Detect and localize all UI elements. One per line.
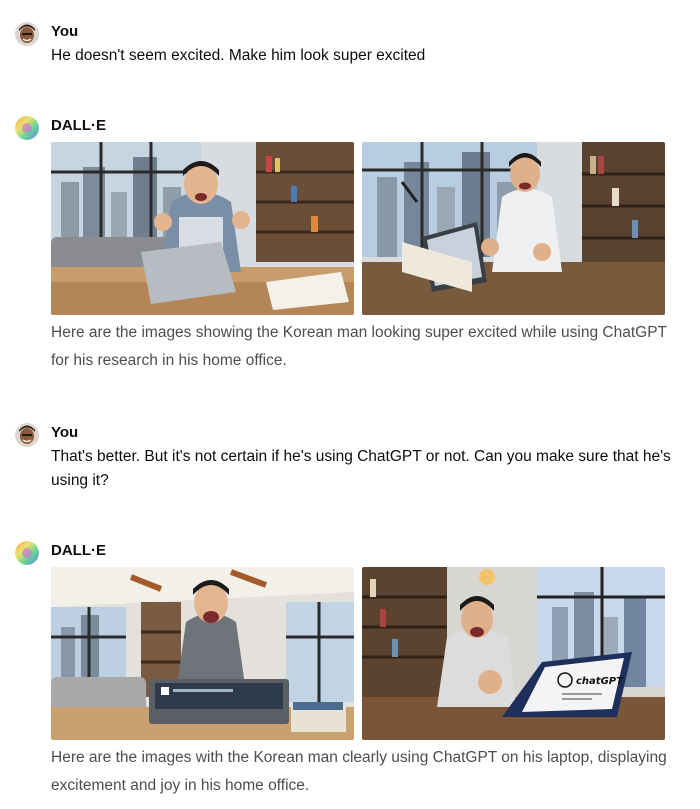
message-text: He doesn't seem excited. Make him look s… bbox=[51, 47, 426, 64]
user-avatar bbox=[15, 22, 39, 46]
message-text: That's better. But it's not certain if h… bbox=[51, 448, 671, 489]
dalle-avatar bbox=[15, 541, 39, 565]
message-author: You bbox=[51, 424, 79, 441]
message-text: Here are the images showing the Korean m… bbox=[51, 324, 667, 369]
dalle-avatar bbox=[15, 116, 39, 140]
generated-image-3[interactable] bbox=[51, 567, 354, 740]
generated-image-4[interactable]: chatGPT bbox=[362, 567, 665, 740]
generated-image-1[interactable] bbox=[51, 142, 354, 315]
message-author: You bbox=[51, 23, 79, 40]
message-author: DALL·E bbox=[51, 542, 106, 559]
screen-label: chatGPT bbox=[576, 676, 624, 687]
generated-image-2[interactable] bbox=[362, 142, 665, 315]
user-avatar bbox=[15, 423, 39, 447]
message-text: Here are the images with the Korean man … bbox=[51, 749, 667, 794]
message-author: DALL·E bbox=[51, 117, 106, 134]
